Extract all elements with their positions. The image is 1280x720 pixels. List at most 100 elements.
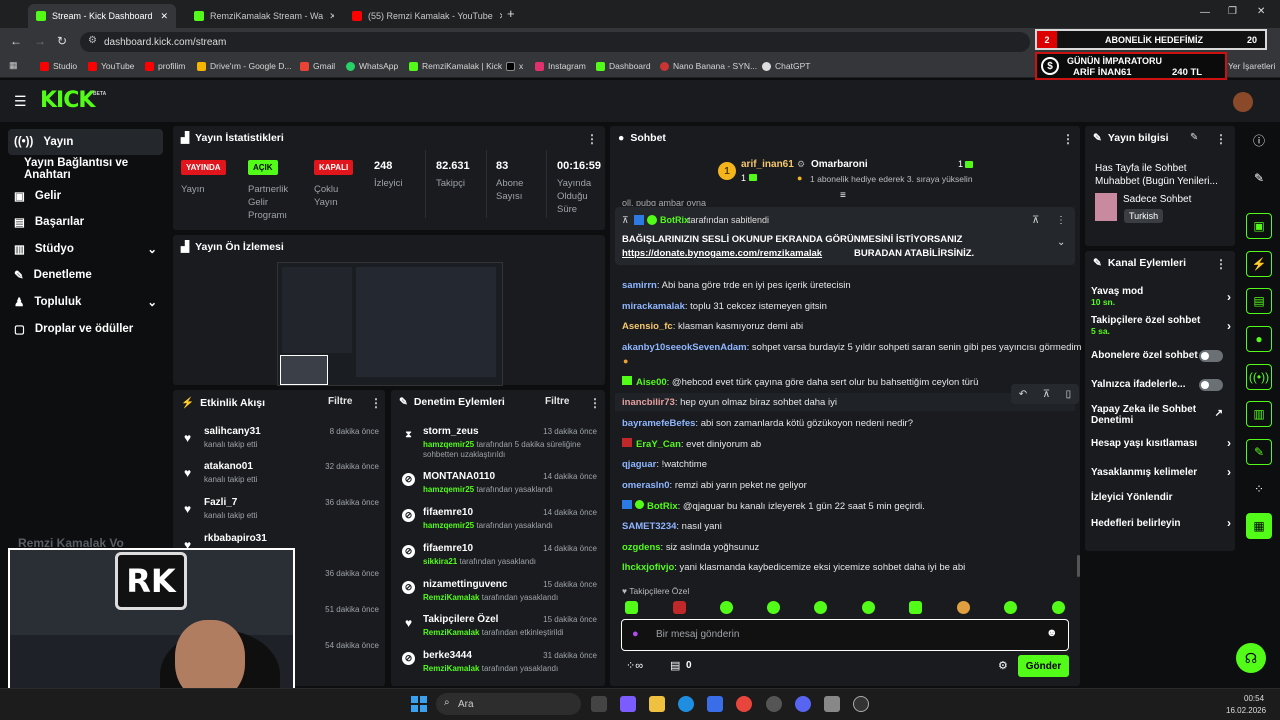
emote-icon[interactable] [1004,601,1017,614]
bookmark-item[interactable]: ChatGPT [762,61,810,71]
chat-bubble-icon[interactable]: ● [1246,326,1272,352]
more-options-icon[interactable]: ⋮ [1062,132,1074,146]
info-icon[interactable]: ⓘ [1246,127,1272,153]
minimize-icon[interactable]: — [1200,7,1210,18]
edit-icon[interactable]: ✎ [1246,165,1272,191]
more-options-icon[interactable]: ⋮ [589,396,601,410]
action-slow-mode[interactable]: Yavaş mod 10 sn. › [1091,286,1231,307]
close-icon[interactable]: ✕ [160,11,168,22]
more-options-icon[interactable]: ⋮ [1056,215,1066,226]
support-icon[interactable]: ☊ [1236,643,1266,673]
game-icon[interactable]: ▦ [1246,513,1272,539]
toggle-switch[interactable] [1199,350,1223,362]
windows-start-icon[interactable] [411,696,427,712]
chrome-icon[interactable] [736,696,752,712]
chat-scrollbar[interactable] [1077,555,1080,577]
sidebar-item-droplar[interactable]: ▢ Droplar ve ödüller [8,316,163,342]
top-gifter-name[interactable]: arif_inan61 [741,159,794,170]
chevron-down-icon[interactable]: ⌄ [1057,237,1065,248]
wrench-icon[interactable]: ✎ [1246,439,1272,465]
forward-icon[interactable]: → [34,34,46,48]
lightning-icon[interactable]: ⚡ [1246,251,1272,277]
avatar[interactable] [1233,92,1253,112]
sidebar-item-denetleme[interactable]: ✎ Denetleme [8,262,163,288]
pin-icon[interactable]: ⊼ [1043,389,1050,400]
kick-logo[interactable]: KICK [40,88,95,113]
filter-button[interactable]: Filtre [328,396,352,407]
toggle-switch[interactable] [1199,379,1223,391]
stream-preview-video[interactable] [277,262,503,386]
file-explorer-icon[interactable] [649,696,665,712]
action-emotes-only[interactable]: Yalnızca ifadelerle... [1091,379,1231,391]
emote-icon[interactable] [957,601,970,614]
emote-icon[interactable] [1052,601,1065,614]
bookmark-item[interactable]: profilim [145,61,185,71]
task-view-icon[interactable] [591,696,607,712]
copilot-icon[interactable] [620,696,636,712]
reply-icon[interactable]: ↶ [1019,389,1027,400]
action-banned-words[interactable]: Yasaklanmış kelimeler › [1091,465,1231,479]
app-icon[interactable] [824,696,840,712]
app-icon[interactable] [766,696,782,712]
discord-icon[interactable] [795,696,811,712]
more-options-icon[interactable]: ⋮ [1215,257,1227,271]
emote-icon[interactable] [909,601,922,614]
action-ai-moderation[interactable]: Yapay Zeka ile Sohbet Denetimi ↗ [1091,404,1223,426]
emote-icon[interactable] [673,601,686,614]
more-options-icon[interactable]: ⋮ [370,396,382,410]
emoji-icon[interactable]: ☻ [1046,627,1058,639]
store-icon[interactable]: ▤ [670,659,680,672]
tab-kick-watch[interactable]: RemziKamalak Stream - Wa ✕ [186,4,334,28]
action-set-goals[interactable]: Hedefleri belirleyin › [1091,516,1231,530]
action-raid[interactable]: İzleyici Yönlendir [1091,492,1231,503]
gifter-name[interactable]: Omarbaroni [811,159,868,170]
bookmark-item[interactable]: RemziKamalak | Kick [409,61,502,71]
close-window-icon[interactable]: ✕ [1257,6,1265,17]
bookmark-item[interactable]: YouTube [88,61,134,71]
reload-icon[interactable]: ↻ [57,34,67,48]
delete-icon[interactable]: ▯ [1066,389,1072,400]
action-subscribers-only[interactable]: Abonelere özel sohbet [1091,350,1231,362]
broadcast-icon[interactable]: ((•)) [1246,364,1272,390]
sidebar-item-gelir[interactable]: ▣ Gelir [8,183,163,209]
tab-youtube[interactable]: (55) Remzi Kamalak - YouTube ✕ [344,4,502,28]
microphone-icon[interactable]: ● [632,628,639,640]
sidebar-item-studyo[interactable]: ▥ Stüdyo ⌄ [8,236,163,262]
bookmark-item[interactable]: Nano Banana - SYN... [660,61,757,71]
apps-grid-icon[interactable]: ▦ [9,60,18,71]
close-icon[interactable]: ✕ [329,11,334,22]
category-name[interactable]: Sadece Sohbet [1123,194,1191,205]
emote-icon[interactable] [767,601,780,614]
menu-icon[interactable]: ☰ [14,93,27,110]
settings-icon[interactable]: ⚙ [998,659,1008,672]
store-icon[interactable]: ▥ [1246,401,1272,427]
pinned-link[interactable]: https://donate.bynogame.com/remzikamalak [622,248,822,259]
document-icon[interactable]: ▤ [1246,288,1272,314]
maximize-icon[interactable]: ❐ [1228,6,1237,17]
filter-button[interactable]: Filtre [545,396,569,407]
taskbar-search[interactable]: ⌕ Ara [436,693,581,715]
emote-icon[interactable] [625,601,638,614]
chat-input[interactable]: ● Bir mesaj gönderin ☻ [621,619,1069,651]
back-icon[interactable]: ← [10,34,22,48]
new-tab-icon[interactable]: + [507,6,515,21]
unpin-icon[interactable]: ⊼ [1032,215,1039,226]
action-account-age[interactable]: Hesap yaşı kısıtlaması › [1091,436,1231,450]
site-info-icon[interactable]: ⚙ [88,35,97,46]
obs-icon[interactable] [853,696,869,712]
close-icon[interactable]: ✕ [499,11,502,22]
sidebar-item-basarilar[interactable]: ▤ Başarılar [8,209,163,235]
points-icon[interactable]: ⁘∞ [626,659,643,672]
sidebar-item-yayin[interactable]: ((•)) Yayın [8,129,163,155]
action-followers-only[interactable]: Takipçilere özel sohbet 5 sa. › [1091,315,1231,336]
store-icon[interactable] [707,696,723,712]
points-icon[interactable]: ⁘ [1246,476,1272,502]
url-field[interactable]: ⚙ dashboard.kick.com/stream [80,32,1030,52]
bookmark-item[interactable]: Instagram [535,61,586,71]
bookmark-item[interactable]: Gmail [300,61,335,71]
send-button[interactable]: Gönder [1018,655,1069,677]
bookmark-item[interactable]: x [506,61,523,71]
sidebar-item-topluluk[interactable]: ♟ Topluluk ⌄ [8,289,163,315]
emote-icon[interactable] [720,601,733,614]
bookmark-item[interactable]: WhatsApp [346,61,398,71]
